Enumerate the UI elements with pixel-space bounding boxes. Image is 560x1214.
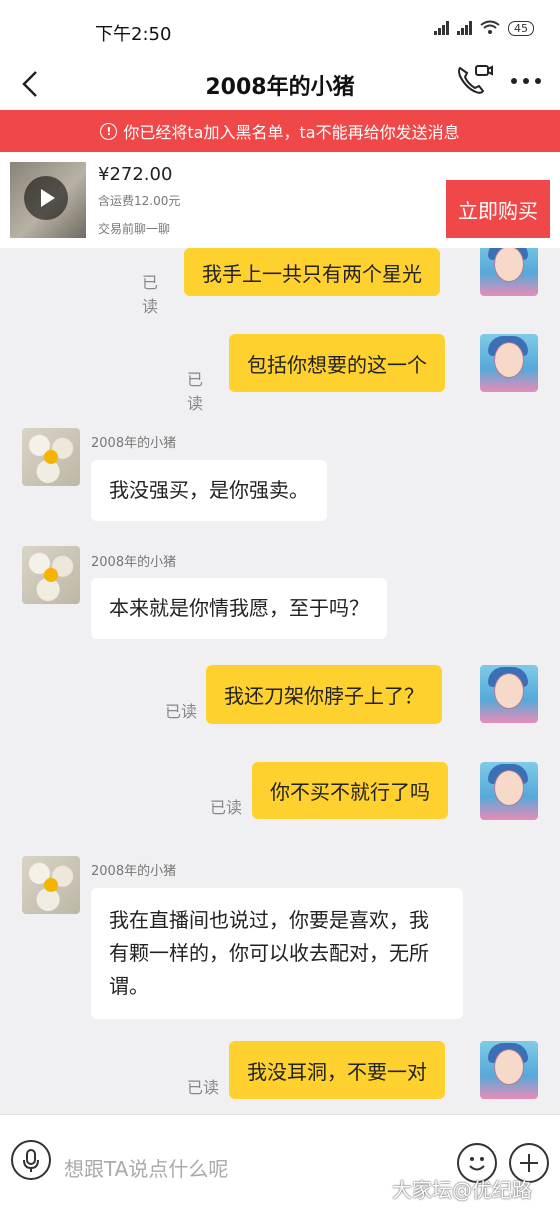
my-avatar[interactable] — [480, 248, 538, 296]
contact-avatar[interactable] — [22, 856, 80, 914]
product-thumbnail[interactable] — [10, 162, 86, 238]
read-status: 已读 — [210, 798, 243, 817]
read-status: 已读 — [142, 273, 159, 316]
chat-header: 2008年的小猪 — [0, 60, 560, 110]
message-bubble[interactable]: 包括你想要的这一个 — [229, 334, 445, 392]
watermark: 大家坛@优纪路 — [392, 1178, 532, 1202]
message-input[interactable]: 想跟TA说点什么呢 — [64, 1153, 228, 1182]
contact-avatar[interactable] — [22, 428, 80, 486]
buy-now-button[interactable]: 立即购买 — [446, 180, 550, 238]
wifi-icon — [480, 20, 500, 34]
signal-icon-2 — [457, 21, 472, 35]
message-bubble[interactable]: 我在直播间也说过，你要是喜欢，我有颗一样的，你可以收去配对，无所谓。 — [91, 888, 463, 1019]
read-status: 已读 — [187, 370, 204, 413]
contact-avatar[interactable] — [22, 546, 80, 604]
blacklist-banner-text: 你已经将ta加入黑名单，ta不能再给你发送消息 — [123, 123, 460, 142]
read-status: 已读 — [187, 1078, 220, 1097]
voice-video-call-icon[interactable] — [454, 62, 494, 98]
more-options-icon[interactable] — [508, 66, 544, 96]
my-avatar[interactable] — [480, 1041, 538, 1099]
my-avatar[interactable] — [480, 762, 538, 820]
warning-icon: ! — [100, 122, 118, 140]
sender-name: 2008年的小猪 — [91, 864, 177, 879]
message-bubble[interactable]: 本来就是你情我愿，至于吗？ — [91, 578, 387, 639]
my-avatar[interactable] — [480, 665, 538, 723]
message-bubble[interactable]: 我手上一共只有两个星光 — [184, 248, 440, 296]
signal-icon — [434, 21, 449, 35]
message-bubble[interactable]: 我没耳洞，不要一对 — [229, 1041, 445, 1099]
battery-indicator: 45 — [508, 20, 534, 36]
sender-name: 2008年的小猪 — [91, 436, 177, 451]
product-price: ¥272.00 — [98, 164, 173, 185]
read-status: 已读 — [165, 702, 198, 721]
blacklist-banner: ! 你已经将ta加入黑名单，ta不能再给你发送消息 — [0, 110, 560, 152]
message-bubble[interactable]: 我还刀架你脖子上了？ — [206, 665, 442, 724]
my-avatar[interactable] — [480, 334, 538, 392]
message-bubble[interactable]: 我没强买，是你强卖。 — [91, 460, 327, 521]
sender-name: 2008年的小猪 — [91, 555, 177, 570]
status-icons: 45 — [434, 20, 534, 36]
product-card[interactable]: ¥272.00 含运费12.00元 交易前聊一聊 立即购买 — [0, 152, 560, 248]
shipping-fee: 含运费12.00元 — [98, 194, 181, 208]
message-list[interactable]: 已读 我手上一共只有两个星光 已读 包括你想要的这一个 2008年的小猪 我没强… — [0, 248, 560, 1114]
message-bubble[interactable]: 你不买不就行了吗 — [252, 762, 448, 819]
chat-note: 交易前聊一聊 — [98, 222, 171, 236]
play-icon[interactable] — [24, 176, 68, 220]
status-bar: 下午2:50 45 — [0, 0, 560, 60]
status-time: 下午2:50 — [95, 24, 172, 45]
microphone-icon[interactable] — [11, 1140, 51, 1180]
